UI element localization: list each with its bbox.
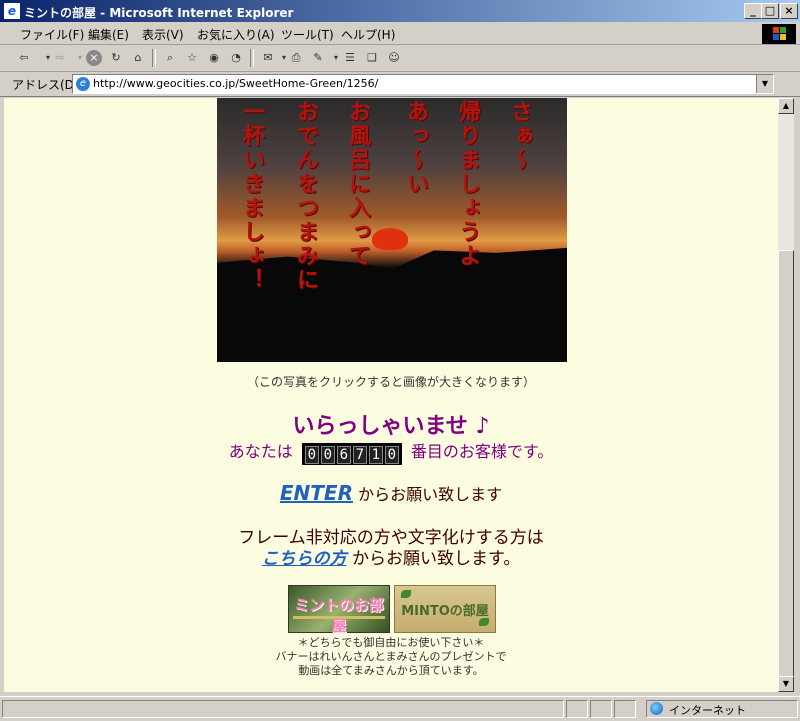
note-line: 動画は全てまみさんから頂ています。 (298, 664, 484, 677)
forward-icon[interactable]: ⇨ (52, 50, 68, 66)
zone-panel: インターネット (646, 700, 798, 718)
banner-minto-room[interactable]: MINTOの部屋 (394, 585, 496, 633)
messenger-icon[interactable]: ☺ (386, 50, 402, 66)
scroll-up-icon[interactable]: ▲ (778, 98, 794, 114)
vertical-scrollbar[interactable]: ▲ ▼ (778, 98, 794, 692)
poem-line: あっ～い (403, 100, 429, 196)
visitor-counter-line: あなたは 006710 番目のお客様です。 (4, 438, 778, 465)
visitor-prefix: あなたは (228, 442, 293, 461)
sun-heart-icon (372, 228, 408, 250)
menu-bar: ファイル(F) 編集(E) 表示(V) お気に入り(A) ツール(T) ヘルプ(… (0, 22, 800, 45)
enter-text: からお願い致します (358, 485, 503, 504)
edit-icon[interactable]: ✎ (310, 50, 326, 66)
banner2-text: MINTOの部屋 (401, 604, 489, 619)
menu-edit[interactable]: 編集(E) (88, 26, 129, 43)
search-icon[interactable]: ⌕ (162, 50, 178, 66)
scroll-thumb[interactable] (778, 250, 794, 680)
poem-line: お風呂に入って (345, 100, 371, 268)
enter-line: ENTER からお願い致します (4, 481, 778, 505)
research-icon[interactable]: ❏ (364, 50, 380, 66)
status-panel (566, 700, 588, 718)
menu-favorites[interactable]: お気に入り(A) (197, 26, 275, 43)
photo-caption: （この写真をクリックすると画像が大きくなります） (246, 375, 535, 389)
stop-icon[interactable]: × (86, 50, 102, 66)
menu-file[interactable]: ファイル(F) (20, 26, 84, 43)
welcome-heading: いらっしゃいませ ♪ (292, 414, 490, 439)
status-panel (2, 700, 564, 718)
visitor-suffix: 番目のお客様です。 (410, 442, 554, 461)
history-icon[interactable]: ◔ (228, 50, 244, 66)
maximize-button[interactable]: □ (761, 3, 779, 19)
sunset-photo[interactable]: さぁ～ 帰りましょうよ あっ～い お風呂に入って おでんをつまみに 一杯いきまし… (217, 98, 567, 362)
back-icon[interactable]: ⇦ (16, 50, 32, 66)
banner1-stripe (293, 616, 385, 619)
hill-silhouette (217, 247, 567, 362)
counter-digit: 1 (368, 446, 383, 464)
zone-text: インターネット (669, 704, 746, 717)
banner1-text: ミントのお部屋 (293, 596, 384, 635)
ie-icon[interactable]: e (4, 3, 20, 19)
poem-line: 一杯いきましょ！ (239, 100, 265, 292)
windows-logo-icon (762, 24, 796, 44)
banner-note: ＊どちらでも御自由にお使い下さい＊ バナーはれいんさんとまみさんのプレゼントで … (4, 636, 778, 678)
media-icon[interactable]: ◉ (206, 50, 222, 66)
address-url[interactable]: http://www.geocities.co.jp/SweetHome-Gre… (93, 77, 378, 90)
address-label: アドレス(D) (12, 78, 79, 92)
hit-counter: 006710 (301, 443, 402, 465)
favorites-icon[interactable]: ☆ (184, 50, 200, 66)
minimize-button[interactable]: _ (744, 3, 762, 19)
address-dropdown-icon[interactable]: ▼ (756, 75, 773, 93)
toolbar: ⇦ ▾ ⇨ ▾ × ↻ ⌂ ⌕ ☆ ◉ ◔ ✉ ▾ ⎙ ✎ ▾ ☰ ❏ ☺ (0, 45, 800, 72)
counter-digit: 6 (336, 446, 351, 464)
globe-icon (650, 702, 663, 715)
home-icon[interactable]: ⌂ (130, 50, 146, 66)
counter-digit: 7 (352, 446, 367, 464)
menu-tools[interactable]: ツール(T) (281, 26, 334, 43)
page-icon: e (76, 77, 90, 91)
refresh-icon[interactable]: ↻ (108, 50, 124, 66)
mail-icon[interactable]: ✉ (260, 50, 276, 66)
print-icon[interactable]: ⎙ (288, 50, 304, 66)
close-button[interactable]: × (780, 3, 798, 19)
page-content: さぁ～ 帰りましょうよ あっ～い お風呂に入って おでんをつまみに 一杯いきまし… (4, 98, 778, 692)
poem-line: おでんをつまみに (293, 100, 319, 292)
address-input[interactable]: e http://www.geocities.co.jp/SweetHome-G… (72, 74, 774, 94)
poem-line: 帰りましょうよ (455, 100, 481, 268)
menu-view[interactable]: 表示(V) (142, 26, 184, 43)
counter-digit: 0 (304, 446, 319, 464)
scroll-down-icon[interactable]: ▼ (778, 676, 794, 692)
note-line: バナーはれいんさんとまみさんのプレゼントで (275, 650, 507, 663)
leaf-icon (401, 590, 411, 598)
counter-digit: 0 (384, 446, 399, 464)
enter-link[interactable]: ENTER (280, 481, 353, 505)
title-bar: e ミントの部屋 - Microsoft Internet Explorer _… (0, 0, 800, 22)
counter-digit: 0 (320, 446, 335, 464)
banner-mint-room[interactable]: ミントのお部屋 (288, 585, 390, 635)
address-bar: アドレス(D) e http://www.geocities.co.jp/Swe… (0, 72, 800, 97)
poem-line: さぁ～ (507, 100, 533, 172)
status-panel (614, 700, 636, 718)
status-panel (590, 700, 612, 718)
note-line: ＊どちらでも御自由にお使い下さい＊ (297, 636, 485, 649)
menu-help[interactable]: ヘルプ(H) (341, 26, 395, 43)
leaf-icon (479, 618, 489, 626)
status-bar: インターネット (0, 696, 800, 721)
no-frame-line: こちらの方 からお願い致します。 (4, 544, 778, 569)
no-frame-text: からお願い致します。 (352, 549, 521, 569)
discuss-icon[interactable]: ☰ (342, 50, 358, 66)
no-frame-link[interactable]: こちらの方 (262, 549, 347, 569)
window-title: ミントの部屋 - Microsoft Internet Explorer (24, 6, 294, 20)
